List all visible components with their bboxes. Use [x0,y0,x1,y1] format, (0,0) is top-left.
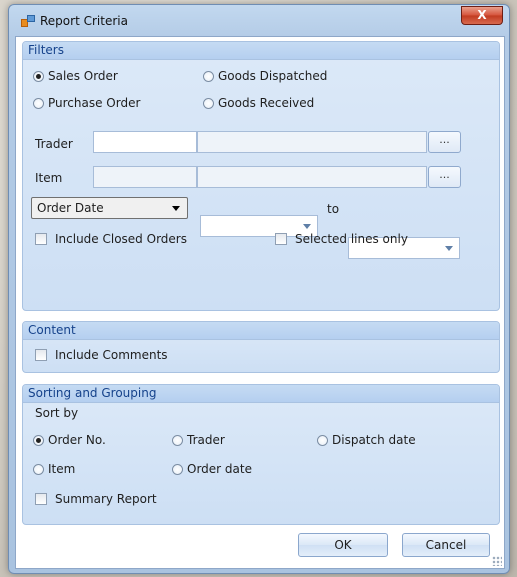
content-header: Content [23,322,499,340]
checkbox-box [35,233,47,245]
ok-button[interactable]: OK [298,533,388,557]
checkbox-box [35,493,47,505]
include-closed-orders-checkbox[interactable]: Include Closed Orders [35,232,187,246]
trader-name-field [197,131,427,153]
radio-sort-order-date[interactable]: Order date [172,462,252,476]
radio-label: Trader [187,433,225,447]
sorting-header: Sorting and Grouping [23,385,499,403]
radio-label: Purchase Order [48,96,141,110]
checkbox-label: Include Comments [55,348,168,362]
close-icon: X [477,8,487,22]
title-bar[interactable]: Report Criteria X [9,5,509,35]
radio-indicator [203,70,214,82]
radio-sort-dispatch-date[interactable]: Dispatch date [317,433,416,447]
resize-grip-icon[interactable] [492,556,502,566]
radio-goods-received[interactable]: Goods Received [203,96,314,110]
filters-header: Filters [23,42,499,60]
date-type-select[interactable]: Order Date [31,197,188,219]
dropdown-arrow-icon [172,205,180,211]
checkbox-label: Selected lines only [295,232,408,246]
item-name-field [197,166,427,188]
radio-indicator [33,70,44,82]
sort-by-label: Sort by [35,406,79,420]
radio-label: Goods Dispatched [218,69,328,83]
trader-code-input[interactable] [93,131,197,153]
radio-sort-item[interactable]: Item [33,462,75,476]
cancel-button[interactable]: Cancel [402,533,490,557]
checkbox-box [35,349,47,361]
content-group: Content Include Comments [22,321,500,373]
item-browse-button[interactable]: ... [428,166,461,188]
checkbox-label: Include Closed Orders [55,232,187,246]
radio-indicator [33,463,44,475]
item-label: Item [35,171,63,185]
radio-indicator [172,463,183,475]
radio-sort-order-no[interactable]: Order No. [33,433,106,447]
item-code-input[interactable] [93,166,197,188]
trader-label: Trader [35,137,73,151]
radio-label: Order No. [48,433,106,447]
radio-label: Dispatch date [332,433,416,447]
radio-indicator [33,97,44,109]
report-criteria-dialog: Report Criteria X Filters Sales Order Pu… [8,4,510,574]
radio-label: Sales Order [48,69,118,83]
radio-indicator [203,97,214,109]
date-to-label: to [327,202,340,216]
close-button[interactable]: X [461,6,503,25]
radio-sort-trader[interactable]: Trader [172,433,225,447]
radio-goods-dispatched[interactable]: Goods Dispatched [203,69,327,83]
radio-label: Order date [187,462,252,476]
radio-label: Goods Received [218,96,315,110]
app-window-icon [21,15,35,27]
summary-report-checkbox[interactable]: Summary Report [35,492,157,506]
radio-sales-order[interactable]: Sales Order [33,69,118,83]
dropdown-arrow-icon [303,224,311,229]
filters-group: Filters Sales Order Purchase Order Goods… [22,41,500,311]
dropdown-arrow-icon [445,246,453,251]
radio-indicator [33,434,44,446]
date-type-value: Order Date [37,201,104,215]
include-comments-checkbox[interactable]: Include Comments [35,348,168,362]
checkbox-label: Summary Report [55,492,157,506]
checkbox-box [275,233,287,245]
radio-indicator [172,434,183,446]
radio-purchase-order[interactable]: Purchase Order [33,96,140,110]
dialog-client-area: Filters Sales Order Purchase Order Goods… [15,36,505,569]
window-title: Report Criteria [40,14,128,28]
trader-browse-button[interactable]: ... [428,131,461,153]
radio-label: Item [48,462,76,476]
sorting-grouping-group: Sorting and Grouping Sort by Order No. T… [22,384,500,525]
selected-lines-only-checkbox[interactable]: Selected lines only [275,232,408,246]
radio-indicator [317,434,328,446]
